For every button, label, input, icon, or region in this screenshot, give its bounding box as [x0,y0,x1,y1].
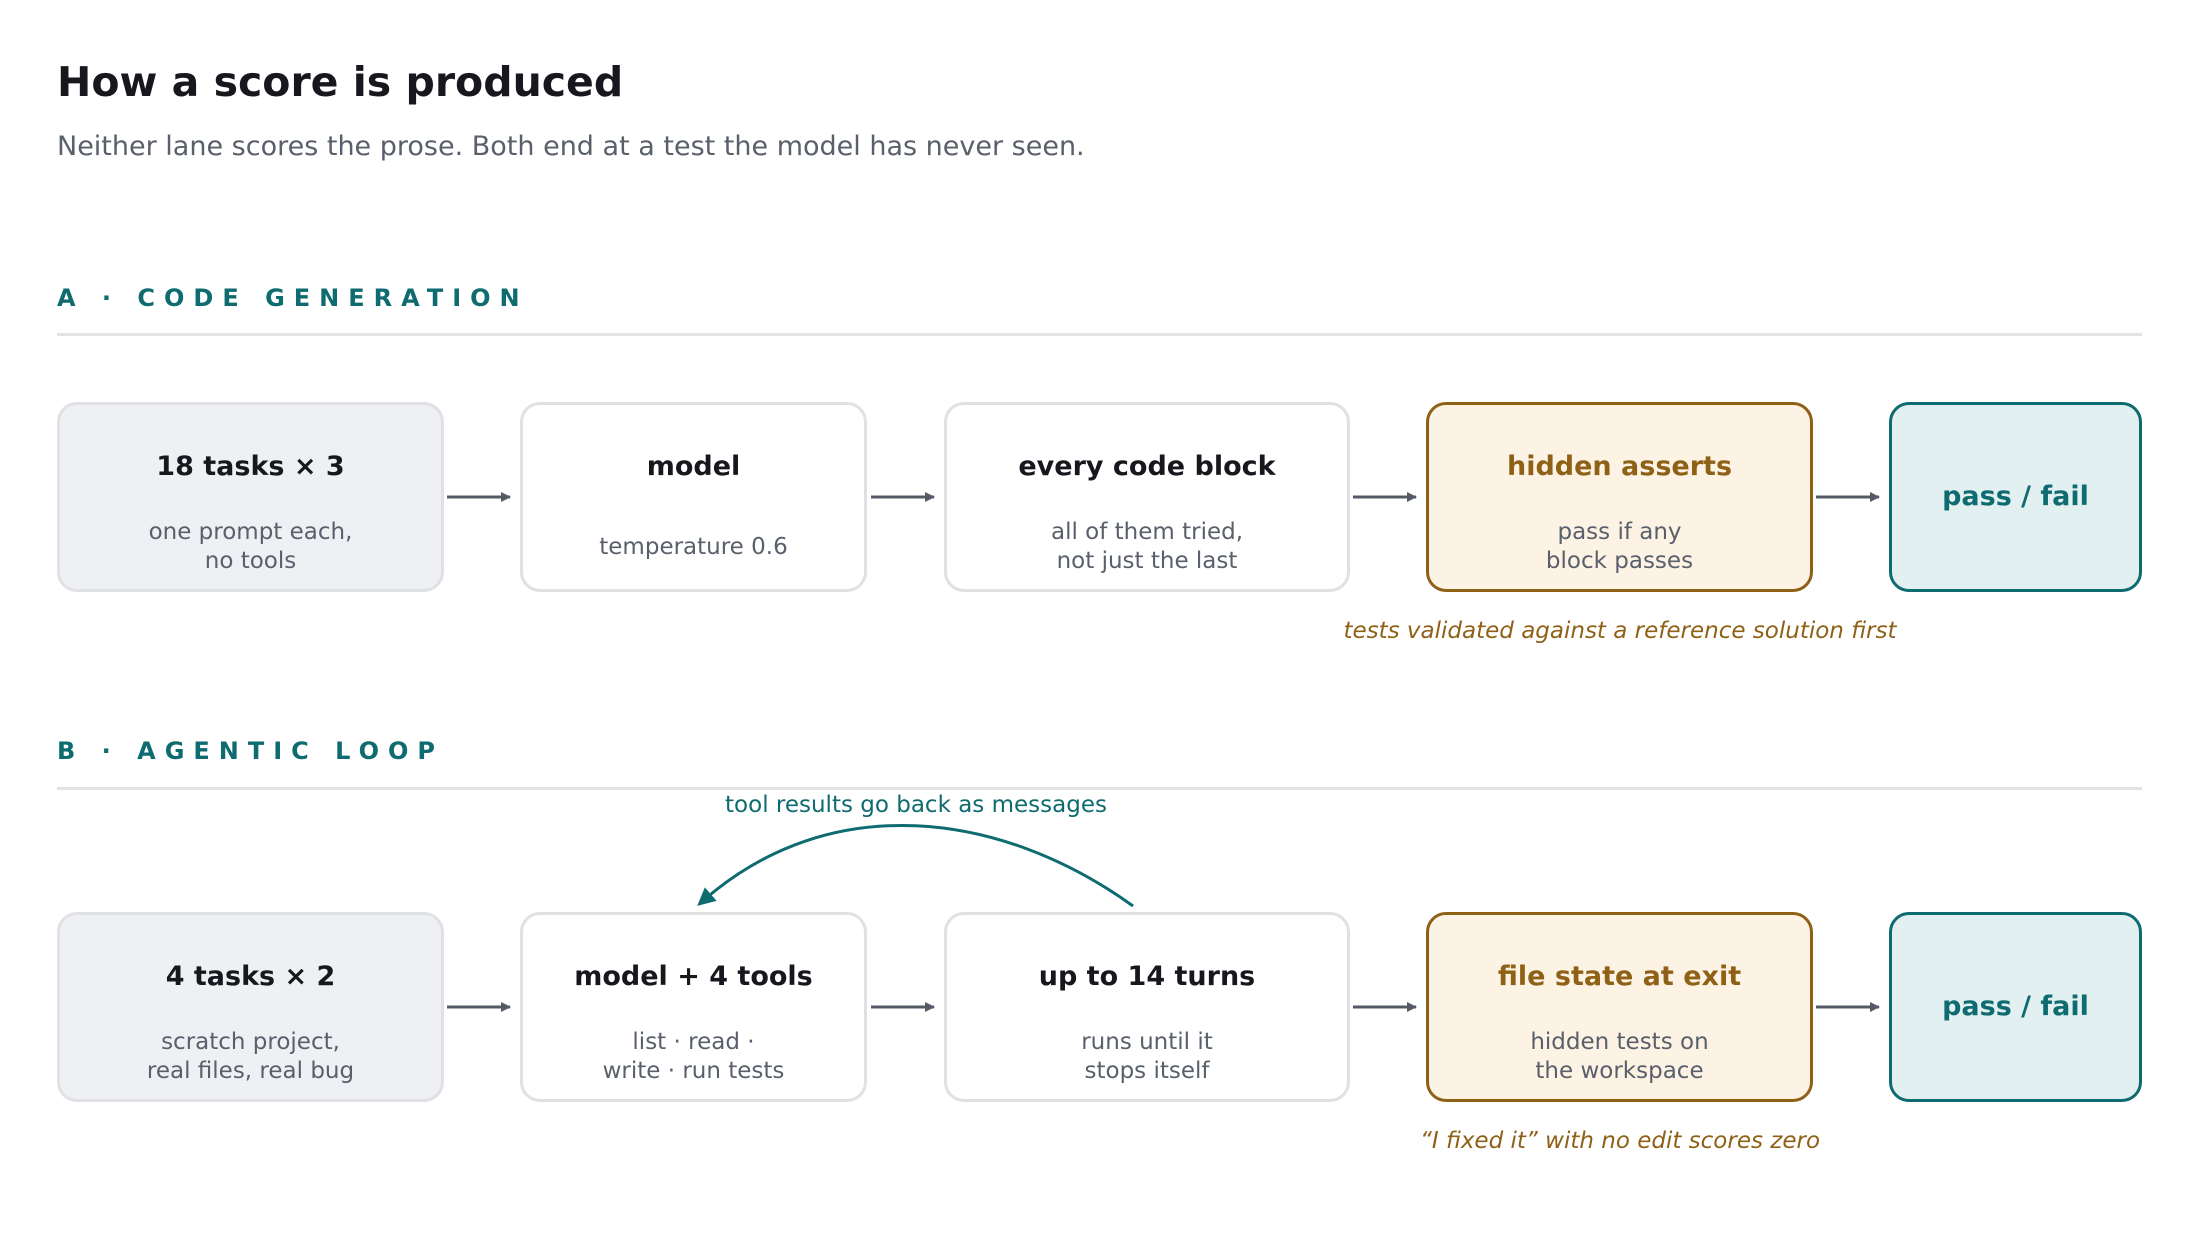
connector-arrows [447,492,1880,1012]
loop-back-arrow [697,823,1134,908]
